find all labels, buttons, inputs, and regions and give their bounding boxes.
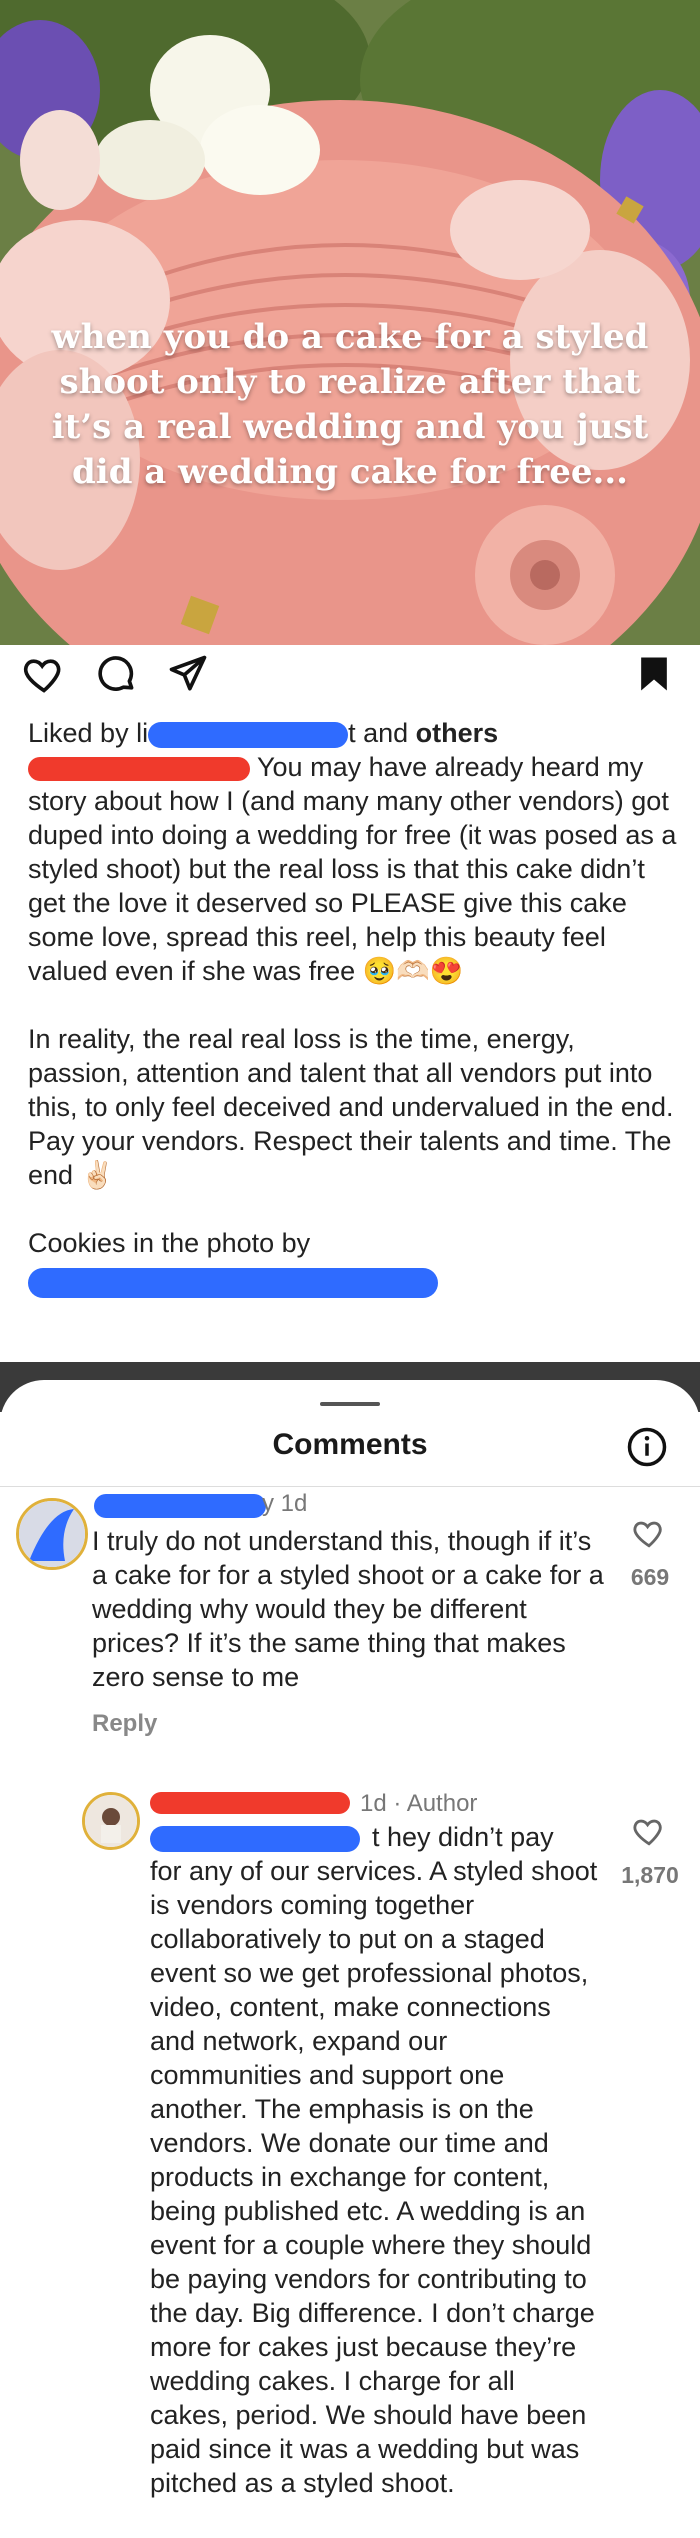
reply-text: for any of our services. A styled shoot … (150, 1856, 598, 2498)
redacted-credit-username (28, 1267, 438, 1298)
liked-by-middle: t and (348, 718, 416, 748)
redacted-username (148, 721, 349, 748)
reel-image[interactable]: when you do a cake for a styled shoot on… (0, 0, 700, 645)
sheet-divider (0, 1486, 700, 1487)
comments-title: Comments (272, 1428, 428, 1461)
author-avatar[interactable] (82, 1792, 140, 1850)
caption-text-2: In reality, the real real loss is the ti… (28, 1024, 674, 1190)
like-heart-icon[interactable] (632, 1814, 666, 1848)
redacted-credit-line (28, 1264, 678, 1298)
comment-time: y 1d (262, 1490, 308, 1517)
reply-text-lead: t hey didn’t pay (372, 1822, 554, 1852)
sheet-drag-handle[interactable] (320, 1402, 380, 1406)
comment-icon[interactable] (94, 652, 138, 696)
reel-overlay-caption: when you do a cake for a styled shoot on… (51, 317, 649, 492)
comment-text: I truly do not understand this, though i… (92, 1526, 604, 1692)
comment-like-count: 669 (630, 1564, 670, 1590)
info-icon[interactable] (626, 1426, 668, 1468)
caption-paragraph-1: You may have already heard my story abou… (28, 750, 678, 988)
post-action-bar (0, 652, 700, 704)
post-caption-area: Liked by li t and others You may have alr… (28, 716, 678, 1298)
reply-button[interactable]: Reply (92, 1710, 157, 1738)
liked-by-others-link[interactable]: others (416, 718, 499, 748)
heart-icon[interactable] (22, 652, 66, 696)
redacted-commenter-name (94, 1494, 266, 1518)
redacted-author-name (28, 756, 250, 781)
bookmark-icon[interactable] (632, 652, 676, 696)
caption-text-3: Cookies in the photo by (28, 1228, 311, 1258)
liked-by-line: Liked by li t and others (28, 716, 678, 750)
redacted-mention (150, 1826, 360, 1852)
share-icon[interactable] (166, 652, 210, 696)
avatar[interactable] (16, 1498, 88, 1570)
liked-by-prefix: Liked by li (28, 718, 149, 748)
caption-paragraph-3: Cookies in the photo by (28, 1226, 678, 1260)
caption-paragraph-2: In reality, the real real loss is the ti… (28, 1022, 678, 1192)
redacted-author-name (150, 1792, 350, 1814)
comment-time-author: 1d · Author (360, 1790, 478, 1817)
comments-sheet: Comments y 1d I truly do not understand … (0, 1380, 700, 2538)
like-heart-icon[interactable] (632, 1516, 666, 1550)
reply-like-count: 1,870 (621, 1862, 679, 1888)
caption-text-1: You may have already heard my story abou… (28, 752, 677, 986)
